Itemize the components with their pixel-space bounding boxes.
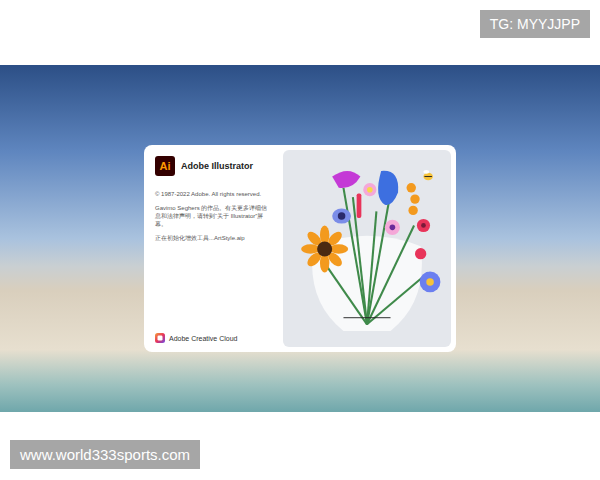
splash-screen: Ai Adobe Illustrator © 1987-2022 Adobe. Al… <box>144 145 456 352</box>
desktop-wallpaper: Ai Adobe Illustrator © 1987-2022 Adobe. Al… <box>0 65 600 412</box>
blue-flower <box>420 271 441 292</box>
creative-cloud: Adobe Creative Cloud <box>155 333 273 343</box>
loading-status: 正在初始化增效工具...ArtStyle.aip <box>155 234 273 242</box>
creative-cloud-icon <box>155 333 165 343</box>
credit-text: Gavimo Seghers 的作品。有关更多详细信息和法律声明，请转到“关于 … <box>155 204 273 228</box>
watermark-top: TG: MYYJJPP <box>480 10 590 38</box>
watermark-bottom: www.world333sports.com <box>10 440 200 469</box>
app-title: Adobe Illustrator <box>181 161 253 171</box>
splash-info: Ai Adobe Illustrator © 1987-2022 Adobe. Al… <box>149 150 279 347</box>
illustrator-logo-icon: Ai <box>155 156 175 176</box>
screenshot: Ai Adobe Illustrator © 1987-2022 Adobe. Al… <box>0 0 600 480</box>
flower-bouquet-icon <box>287 154 447 344</box>
splash-artwork <box>283 150 451 347</box>
sunflower <box>301 225 348 272</box>
creative-cloud-label: Adobe Creative Cloud <box>169 335 238 342</box>
app-brand: Ai Adobe Illustrator <box>155 156 273 176</box>
copyright: © 1987-2022 Adobe. All rights reserved. <box>155 190 273 198</box>
